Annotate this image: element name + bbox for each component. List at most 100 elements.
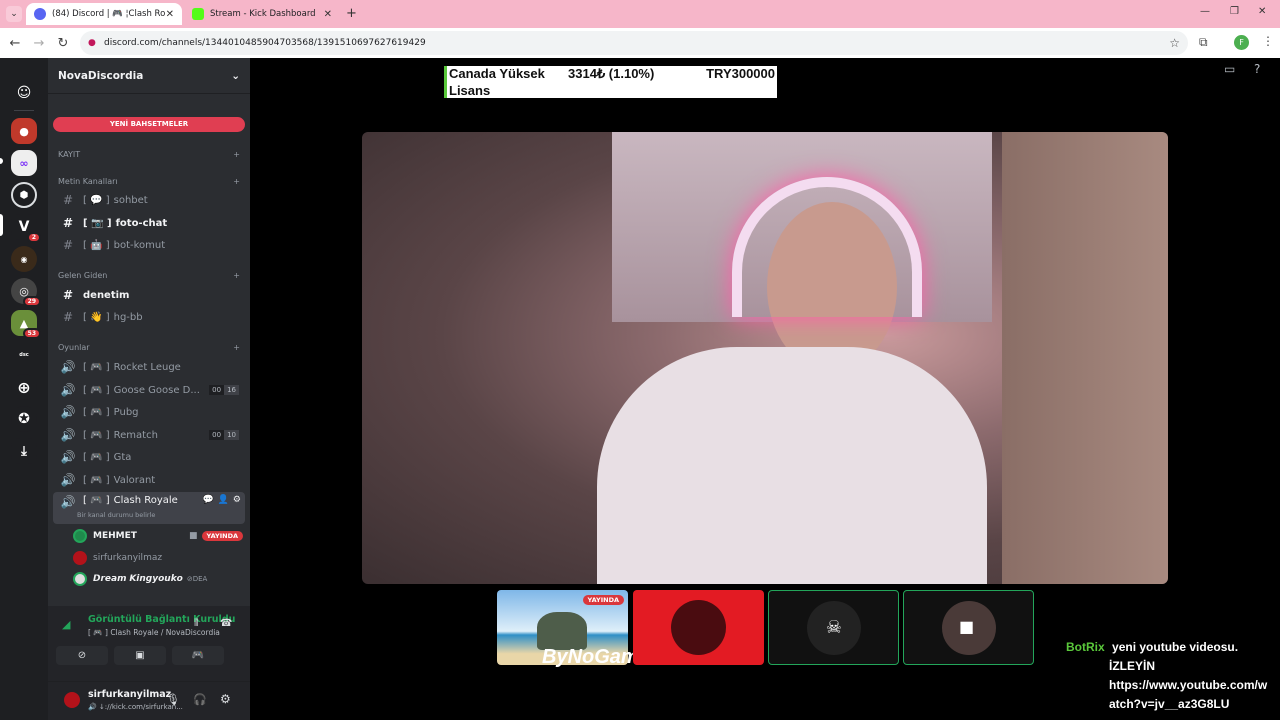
- add-channel-icon[interactable]: +: [233, 271, 240, 280]
- window-close-button[interactable]: ✕: [1258, 6, 1266, 17]
- extensions-icon[interactable]: ⧉: [1199, 35, 1208, 50]
- voice-user-mehmet[interactable]: MEHMET ■ YAYINDA: [73, 526, 243, 546]
- close-tab-icon[interactable]: ✕: [166, 9, 174, 20]
- server-icon[interactable]: ◎ 29: [11, 278, 41, 307]
- voice-user-dream[interactable]: 𝘿𝙧𝙚𝙖𝙢 𝙆𝙞𝙣𝙜𝙮𝙤𝙪𝙠𝙤 ⊘ DEA: [73, 569, 243, 589]
- participant-tile-1[interactable]: ☠: [768, 590, 899, 665]
- avatar[interactable]: [62, 690, 82, 710]
- discord-home-icon[interactable]: ☺: [11, 80, 37, 106]
- chat-icon[interactable]: 💬: [202, 495, 213, 505]
- maximize-button[interactable]: ❐: [1230, 6, 1239, 17]
- server-icon[interactable]: ◉: [11, 246, 37, 272]
- main-video-feed[interactable]: [362, 132, 1168, 584]
- inbox-icon[interactable]: ▭: [1224, 62, 1235, 76]
- download-icon[interactable]: ⤓: [11, 438, 37, 464]
- tab-discord[interactable]: (84) Discord | 🎮 ¦Clash Ro ✕: [26, 3, 182, 25]
- channel-denetim[interactable]: # denetim: [53, 285, 245, 305]
- server-icon[interactable]: ∞: [11, 150, 37, 176]
- noise-suppression-icon[interactable]: ⦀: [194, 618, 198, 629]
- voice-channel-valorant[interactable]: 🔊[ 🎮 ] Valorant: [53, 470, 245, 490]
- gear-icon[interactable]: ⚙: [220, 692, 231, 706]
- screen-share-button[interactable]: ▣: [114, 646, 166, 665]
- mute-icon[interactable]: 🎙: [166, 693, 180, 706]
- voice-connection-panel: ◢ Görüntülü Bağlantı Kuruldu [ 🎮 ] Clash…: [48, 606, 250, 682]
- person-body: [597, 347, 987, 584]
- speaker-icon: 🔊: [60, 428, 76, 442]
- voice-channel-rematch[interactable]: 🔊[ 🎮 ] Rematch 00 10: [53, 425, 245, 445]
- headphones-icon[interactable]: 🎧: [193, 693, 207, 706]
- avatar: [73, 551, 87, 565]
- hash-icon: #: [62, 238, 74, 252]
- channel-hg-bb[interactable]: #[ 👋 ] hg-bb: [53, 307, 245, 327]
- hash-icon: #: [62, 288, 74, 302]
- voice-channel-clash-royale[interactable]: 🔊 [ 🎮 ] Clash Royale 💬 👤 ⚙ Bir kanal dur…: [53, 492, 245, 524]
- voice-user-sirfurkan[interactable]: sirfurkanyilmaz: [73, 548, 243, 568]
- tab-list-dropdown[interactable]: ⌄: [6, 6, 22, 22]
- voice-channel-rocket[interactable]: 🔊[ 🎮 ] Rocket Leuge: [53, 357, 245, 377]
- server-icon[interactable]: ●: [11, 118, 37, 144]
- help-icon[interactable]: ?: [1254, 62, 1260, 76]
- forward-button[interactable]: →: [27, 36, 51, 51]
- hash-icon: #: [62, 193, 74, 207]
- speaker-icon: 🔊: [60, 495, 76, 509]
- back-button[interactable]: ←: [3, 36, 27, 51]
- channel-bot-komut[interactable]: #[ 🤖 ] bot-komut: [53, 235, 245, 255]
- activity-button[interactable]: 🎮: [172, 646, 224, 665]
- discover-icon[interactable]: ✪: [11, 406, 37, 432]
- avatar: [73, 572, 87, 586]
- bookmark-star-icon[interactable]: ☆: [1169, 36, 1180, 50]
- add-server-icon[interactable]: ⊕: [11, 374, 37, 400]
- category-metin[interactable]: Metin Kanalları +: [58, 177, 240, 186]
- add-channel-icon[interactable]: +: [233, 177, 240, 186]
- boost-banner[interactable]: YENİ BAHSETMELER: [53, 117, 245, 132]
- hash-icon: #: [62, 310, 74, 324]
- live-badge: YAYINDA: [582, 595, 624, 605]
- invite-icon[interactable]: 👤: [218, 495, 229, 505]
- wardrobe: [1002, 132, 1168, 584]
- selected-pill: [0, 214, 3, 236]
- channel-foto-chat[interactable]: #[ 📷 ] foto-chat: [53, 213, 245, 233]
- category-gelen-giden[interactable]: Gelen Giden +: [58, 271, 240, 280]
- browser-menu-icon[interactable]: ⋮: [1262, 34, 1274, 48]
- address-bar[interactable]: ● discord.com/channels/13440104859047035…: [80, 31, 1188, 55]
- gear-icon[interactable]: ⚙: [233, 495, 241, 505]
- server-icon[interactable]: ⬢: [11, 182, 37, 208]
- channel-status-text[interactable]: Bir kanal durumu belirle: [77, 511, 155, 519]
- server-icon-novadiscordia[interactable]: V2: [11, 214, 41, 243]
- browser-toolbar: ← → ↻ ● discord.com/channels/13440104859…: [0, 28, 1280, 58]
- add-channel-icon[interactable]: +: [233, 150, 240, 159]
- add-channel-icon[interactable]: +: [233, 343, 240, 352]
- category-kayit[interactable]: KAYIT +: [58, 150, 240, 159]
- island: [537, 612, 587, 650]
- user-panel: sirfurkanyilmaz 🔊 ↓://kick.com/sirfurkan…: [48, 682, 250, 720]
- speaker-icon: 🔊: [60, 405, 76, 419]
- camera-off-button[interactable]: ⊘: [56, 646, 108, 665]
- voice-channel-pubg[interactable]: 🔊[ 🎮 ] Pubg: [53, 402, 245, 422]
- channel-sohbet[interactable]: #[ 💬 ] sohbet: [53, 190, 245, 210]
- botrix-chat-overlay: BotRix yeni youtube videosu. İZLEYİN htt…: [1066, 640, 1268, 711]
- server-icon[interactable]: dsc: [11, 342, 37, 368]
- voice-channel-gta[interactable]: 🔊[ 🎮 ] Gta: [53, 447, 245, 467]
- camera-icon: ■: [959, 617, 975, 636]
- unread-pill: [0, 158, 3, 164]
- close-tab-icon[interactable]: ✕: [324, 9, 332, 20]
- server-list: ☺ ● ∞ ⬢ V2 ◉ ◎ 29 ▲ 53 dsc ⊕ ✪ ⤓: [0, 58, 48, 720]
- disconnect-icon[interactable]: ☎: [220, 618, 232, 629]
- discord-app: ☺ ● ∞ ⬢ V2 ◉ ◎ 29 ▲ 53 dsc ⊕ ✪ ⤓ NovaDisco…: [0, 58, 1280, 720]
- reload-button[interactable]: ↻: [51, 36, 75, 51]
- category-oyunlar[interactable]: Oyunlar +: [58, 343, 240, 352]
- stream-thumbnail-2[interactable]: [633, 590, 764, 665]
- site-info-icon[interactable]: ●: [88, 38, 96, 48]
- speaker-icon: 🔊: [60, 450, 76, 464]
- tab-kick[interactable]: Stream - Kick Dashboard ✕: [184, 3, 340, 25]
- hash-icon: #: [62, 216, 74, 230]
- minimize-button[interactable]: —: [1200, 6, 1210, 17]
- server-header[interactable]: NovaDiscordia ⌄: [48, 58, 250, 94]
- voice-channel-goose[interactable]: 🔊[ 🎮 ] Goose Goose D... 00 16: [53, 380, 245, 400]
- profile-avatar[interactable]: F: [1234, 35, 1249, 50]
- speaker-icon: 🔊: [60, 360, 76, 374]
- new-tab-button[interactable]: +: [346, 6, 357, 21]
- participant-tile-2[interactable]: ■: [903, 590, 1034, 665]
- server-icon[interactable]: ▲ 53: [11, 310, 41, 339]
- signal-icon[interactable]: ◢: [62, 618, 70, 631]
